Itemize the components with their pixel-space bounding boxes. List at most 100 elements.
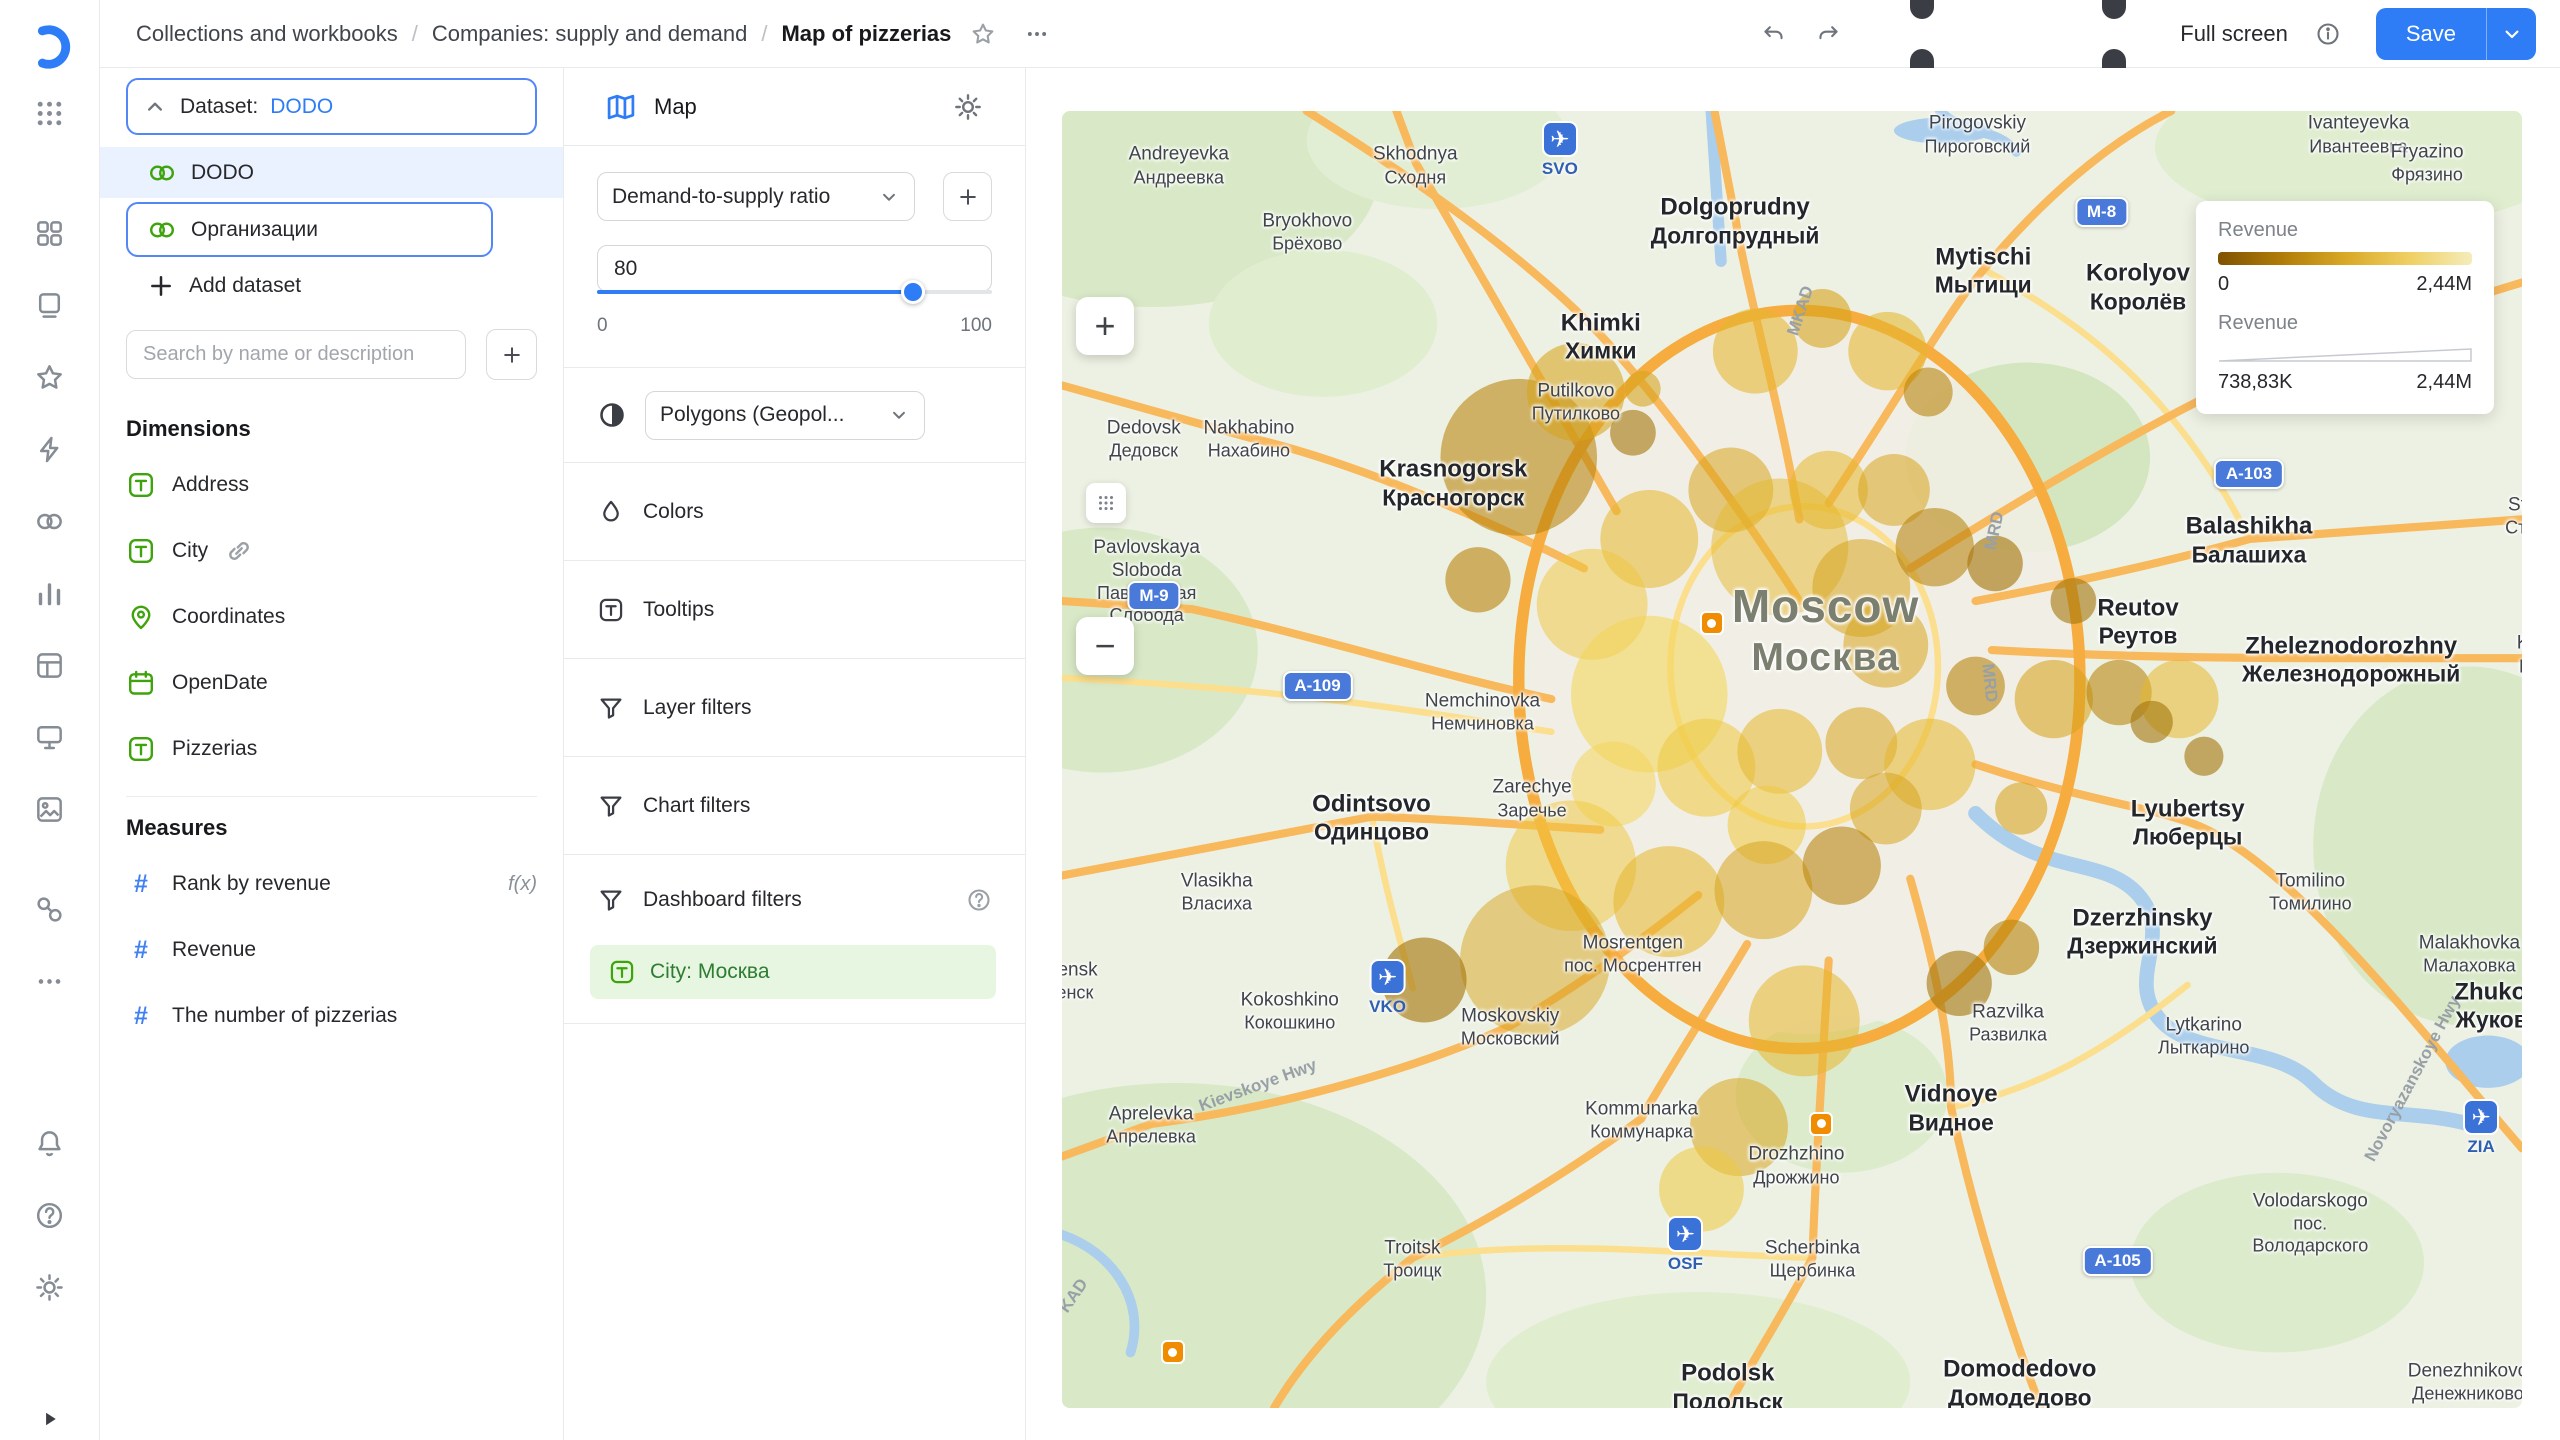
add-field-button[interactable] bbox=[486, 329, 537, 380]
field-revenue[interactable]: #Revenue bbox=[110, 917, 553, 983]
revenue-bubble[interactable] bbox=[2051, 578, 2097, 624]
notifications-bell-icon[interactable] bbox=[22, 1120, 78, 1166]
quick-charts-icon[interactable] bbox=[22, 426, 78, 472]
collapse-panel-icon[interactable] bbox=[37, 1406, 63, 1432]
favorites-icon[interactable] bbox=[22, 354, 78, 400]
section-layer-filters[interactable]: Layer filters bbox=[564, 659, 1025, 757]
dashboard-filters-header[interactable]: Dashboard filters bbox=[564, 855, 1025, 945]
dataset-header-label: Dataset: bbox=[180, 95, 258, 119]
legend-color-title: Revenue bbox=[2218, 219, 2472, 242]
charts-icon[interactable] bbox=[22, 570, 78, 616]
dataset-panel: Dataset: DODO DODOОрганизации Add datase… bbox=[100, 68, 564, 1440]
revenue-bubble[interactable] bbox=[1967, 536, 2022, 592]
field-label: The number of pizzerias bbox=[172, 1004, 397, 1028]
revenue-bubble[interactable] bbox=[1659, 1147, 1744, 1232]
revenue-bubble[interactable] bbox=[1610, 410, 1656, 456]
field-opendate[interactable]: OpenDate bbox=[110, 650, 553, 716]
revenue-bubble[interactable] bbox=[1445, 547, 1510, 612]
connections-icon[interactable] bbox=[22, 886, 78, 932]
add-dataset-label: Add dataset bbox=[189, 274, 301, 298]
favorite-star-icon[interactable] bbox=[961, 12, 1005, 56]
revenue-bubble[interactable] bbox=[1803, 826, 1881, 904]
editor-icon[interactable] bbox=[22, 642, 78, 688]
legend-size-title: Revenue bbox=[2218, 312, 2472, 335]
dashboard-filter-chip[interactable]: City: Москва bbox=[590, 945, 996, 999]
revenue-bubble[interactable] bbox=[1715, 841, 1813, 939]
left-rail bbox=[0, 0, 100, 1440]
revenue-bubble[interactable] bbox=[2130, 701, 2172, 743]
revenue-bubble[interactable] bbox=[1995, 782, 2047, 834]
revenue-bubble[interactable] bbox=[1749, 965, 1860, 1076]
field-the-number-of-pizzerias[interactable]: #The number of pizzerias bbox=[110, 983, 553, 1049]
field-search-input[interactable] bbox=[126, 330, 466, 379]
breadcrumb-item[interactable]: Companies: supply and demand bbox=[432, 21, 748, 47]
revenue-bubble[interactable] bbox=[1625, 371, 1661, 407]
field-address[interactable]: Address bbox=[110, 452, 553, 518]
revenue-bubble[interactable] bbox=[1527, 343, 1625, 441]
slider-fill bbox=[597, 290, 913, 294]
zoom-out-button[interactable]: − bbox=[1076, 617, 1134, 675]
revenue-bubble[interactable] bbox=[2015, 660, 2093, 738]
redo-icon[interactable] bbox=[1806, 12, 1850, 56]
datalens-logo[interactable] bbox=[27, 24, 73, 70]
section-chart-filters[interactable]: Chart filters bbox=[564, 757, 1025, 855]
revenue-bubble[interactable] bbox=[1984, 920, 2039, 976]
plus-icon bbox=[147, 272, 175, 300]
measure-select[interactable]: Demand-to-supply ratio bbox=[597, 172, 915, 221]
slider-knob[interactable] bbox=[901, 280, 925, 304]
revenue-bubble[interactable] bbox=[1904, 367, 1953, 416]
datasets-icon[interactable] bbox=[22, 498, 78, 544]
revenue-bubble[interactable] bbox=[1927, 951, 1992, 1016]
save-button[interactable]: Save bbox=[2376, 8, 2486, 60]
revenue-bubble[interactable] bbox=[1613, 846, 1724, 957]
section-colors[interactable]: Colors bbox=[564, 463, 1025, 561]
revenue-bubble[interactable] bbox=[1896, 508, 1974, 586]
revenue-bubble[interactable] bbox=[1713, 309, 1798, 394]
rings-icon bbox=[147, 215, 177, 245]
map-ruler-icon[interactable] bbox=[1086, 483, 1126, 523]
add-measure-button[interactable] bbox=[943, 172, 992, 221]
dataset-selector[interactable]: Dataset: DODO bbox=[126, 78, 537, 135]
field-pizzerias[interactable]: Pizzerias bbox=[110, 716, 553, 782]
field-city[interactable]: City bbox=[110, 518, 553, 584]
slider-track[interactable] bbox=[597, 290, 992, 294]
workbooks-icon[interactable] bbox=[22, 282, 78, 328]
revenue-bubble[interactable] bbox=[1843, 603, 1928, 688]
dataset-item[interactable]: Организации bbox=[126, 202, 493, 257]
undo-icon[interactable] bbox=[1752, 12, 1796, 56]
geolayer-icon[interactable] bbox=[597, 400, 627, 430]
all-services-icon[interactable] bbox=[22, 90, 78, 136]
ratio-slider[interactable] bbox=[597, 279, 992, 305]
revenue-bubble[interactable] bbox=[1382, 938, 1467, 1023]
gallery-icon[interactable] bbox=[22, 786, 78, 832]
section-tooltips[interactable]: Tooltips bbox=[564, 561, 1025, 659]
help-icon[interactable] bbox=[22, 1192, 78, 1238]
dimensions-title: Dimensions bbox=[126, 416, 537, 442]
dataset-item[interactable]: DODO bbox=[100, 147, 563, 198]
help-circle-icon[interactable] bbox=[966, 887, 992, 913]
revenue-bubble[interactable] bbox=[1460, 885, 1610, 1035]
zoom-in-button[interactable]: + bbox=[1076, 297, 1134, 355]
save-dropdown-button[interactable] bbox=[2486, 8, 2536, 60]
map-canvas[interactable]: PirogovskiyПироговскийIvanteyevkaИвантее… bbox=[1062, 111, 2522, 1408]
revenue-bubble[interactable] bbox=[1946, 657, 2005, 716]
dashboards-icon[interactable] bbox=[22, 714, 78, 760]
topbar: Collections and workbooks/Companies: sup… bbox=[100, 0, 2560, 68]
add-dataset-button[interactable]: Add dataset bbox=[100, 261, 563, 311]
more-actions-icon[interactable] bbox=[1015, 12, 1059, 56]
revenue-bubble[interactable] bbox=[1793, 289, 1852, 348]
settings-gear-icon[interactable] bbox=[22, 1264, 78, 1310]
layer-type-select[interactable]: Polygons (Geopol... bbox=[645, 391, 925, 440]
revenue-bubble[interactable] bbox=[1737, 709, 1822, 794]
legend-color-min: 0 bbox=[2218, 273, 2229, 296]
field-rank-by-revenue[interactable]: #Rank by revenuef(x) bbox=[110, 851, 553, 917]
breadcrumb-item[interactable]: Collections and workbooks bbox=[136, 21, 398, 47]
more-icon[interactable] bbox=[22, 958, 78, 1004]
full-screen-button[interactable]: Full screen bbox=[1860, 12, 2296, 56]
collections-icon[interactable] bbox=[22, 210, 78, 256]
field-coordinates[interactable]: Coordinates bbox=[110, 584, 553, 650]
info-icon[interactable] bbox=[2306, 12, 2350, 56]
revenue-bubble[interactable] bbox=[2184, 737, 2223, 776]
breadcrumb-item[interactable]: Map of pizzerias bbox=[781, 21, 951, 47]
chart-settings-gear-icon[interactable] bbox=[953, 92, 983, 122]
